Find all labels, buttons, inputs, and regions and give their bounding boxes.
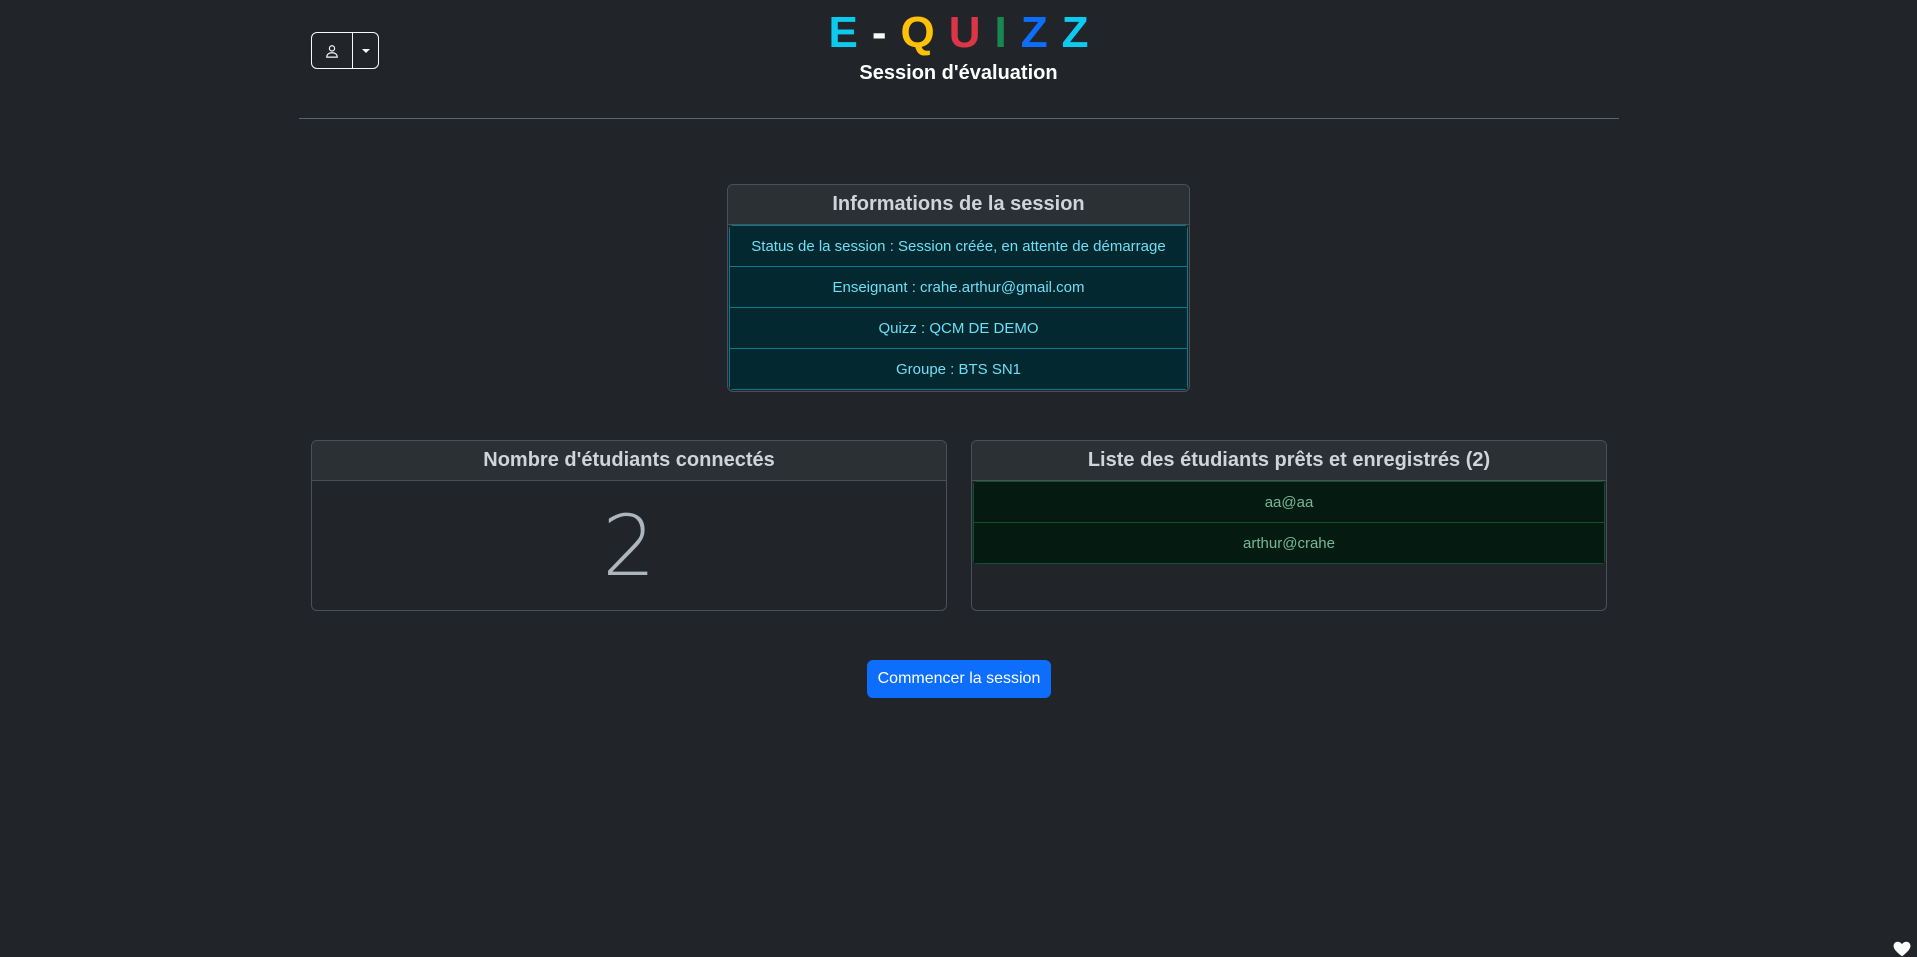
page: E-QUIZZ Session d'évaluation Information… bbox=[0, 0, 1917, 957]
logo-letter: Q bbox=[900, 8, 949, 57]
page-subtitle: Session d'évaluation bbox=[859, 62, 1058, 84]
ready-students-title: Liste des étudiants prêts et enregistrés… bbox=[972, 441, 1606, 481]
session-quiz: Quizz : QCM DE DEMO bbox=[730, 308, 1187, 349]
session-info-title: Informations de la session bbox=[728, 185, 1189, 225]
start-session-button[interactable]: Commencer la session bbox=[867, 660, 1051, 698]
ready-students-list: aa@aa arthur@crahe bbox=[973, 481, 1605, 564]
session-status: Status de la session : Session créée, en… bbox=[730, 226, 1187, 267]
app-logo: E-QUIZZ bbox=[0, 8, 1917, 58]
logo-letter: E bbox=[828, 8, 872, 57]
session-teacher: Enseignant : crahe.arthur@gmail.com bbox=[730, 267, 1187, 308]
connected-students-card: Nombre d'étudiants connectés 2 bbox=[311, 440, 947, 611]
logo-letter: Z bbox=[1061, 8, 1103, 57]
session-info-list: Status de la session : Session créée, en… bbox=[729, 225, 1188, 390]
ready-students-card: Liste des étudiants prêts et enregistrés… bbox=[971, 440, 1607, 611]
connected-students-count: 2 bbox=[602, 496, 656, 595]
logo-letter: I bbox=[994, 8, 1021, 57]
session-info-card: Informations de la session Status de la … bbox=[727, 184, 1190, 392]
logo-letter: U bbox=[948, 8, 995, 57]
list-item: arthur@crahe bbox=[974, 523, 1604, 563]
session-group: Groupe : BTS SN1 bbox=[730, 349, 1187, 389]
heart-icon[interactable] bbox=[1893, 941, 1911, 957]
header-divider bbox=[299, 118, 1619, 119]
logo-letter: Z bbox=[1020, 8, 1062, 57]
connected-students-title: Nombre d'étudiants connectés bbox=[312, 441, 946, 481]
logo-letter: - bbox=[871, 8, 901, 57]
list-item: aa@aa bbox=[974, 482, 1604, 523]
